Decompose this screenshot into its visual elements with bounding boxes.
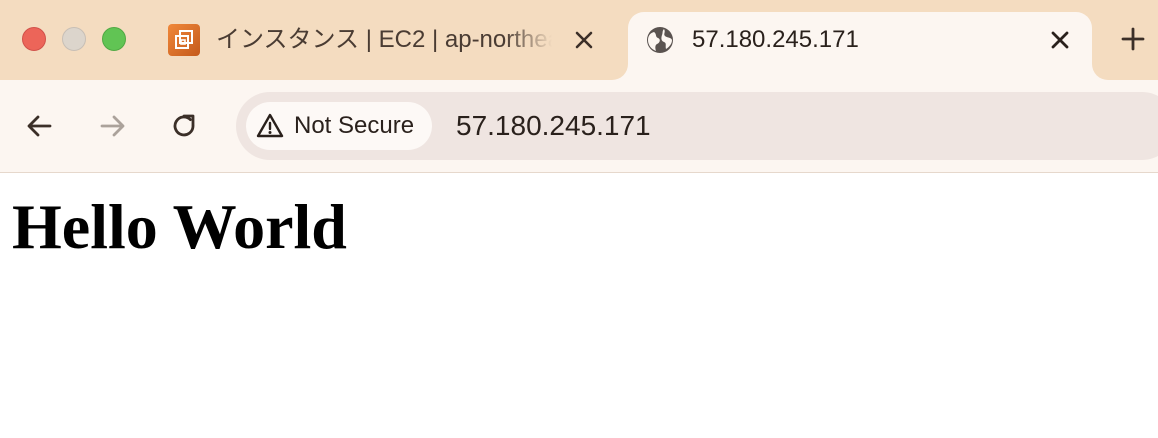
globe-icon bbox=[646, 26, 674, 54]
arrow-left-icon bbox=[27, 115, 52, 137]
url-text[interactable]: 57.180.245.171 bbox=[456, 110, 651, 142]
new-tab-button[interactable] bbox=[1118, 24, 1148, 54]
close-icon[interactable] bbox=[1046, 26, 1074, 54]
navigation-toolbar: Not Secure 57.180.245.171 bbox=[0, 80, 1158, 173]
address-bar[interactable]: Not Secure 57.180.245.171 bbox=[236, 92, 1158, 160]
tab-strip: インスタンス | EC2 | ap-northeast-1 57.180.245… bbox=[0, 0, 1158, 80]
security-label: Not Secure bbox=[294, 112, 415, 139]
page-content: Hello World bbox=[0, 173, 1158, 438]
reload-button[interactable] bbox=[168, 110, 200, 142]
tab-current-site[interactable]: 57.180.245.171 bbox=[628, 12, 1092, 80]
browser-window: インスタンス | EC2 | ap-northeast-1 57.180.245… bbox=[0, 0, 1158, 438]
arrow-right-icon bbox=[100, 115, 125, 137]
window-close-button[interactable] bbox=[22, 27, 46, 51]
security-indicator[interactable]: Not Secure bbox=[246, 102, 433, 150]
warning-icon bbox=[256, 112, 284, 140]
close-icon[interactable] bbox=[570, 26, 598, 54]
window-maximize-button[interactable] bbox=[102, 27, 126, 51]
tab-title: インスタンス | EC2 | ap-northeast-1 bbox=[216, 26, 552, 53]
back-button[interactable] bbox=[24, 110, 56, 142]
page-heading: Hello World bbox=[12, 191, 347, 262]
reload-icon bbox=[173, 114, 195, 137]
tab-title: 57.180.245.171 bbox=[692, 26, 859, 53]
plus-icon bbox=[1121, 27, 1145, 51]
tab-ec2-instances[interactable]: インスタンス | EC2 | ap-northeast-1 bbox=[150, 12, 620, 80]
window-minimize-button[interactable] bbox=[62, 27, 86, 51]
aws-ec2-icon bbox=[168, 24, 200, 56]
forward-button[interactable] bbox=[96, 110, 128, 142]
